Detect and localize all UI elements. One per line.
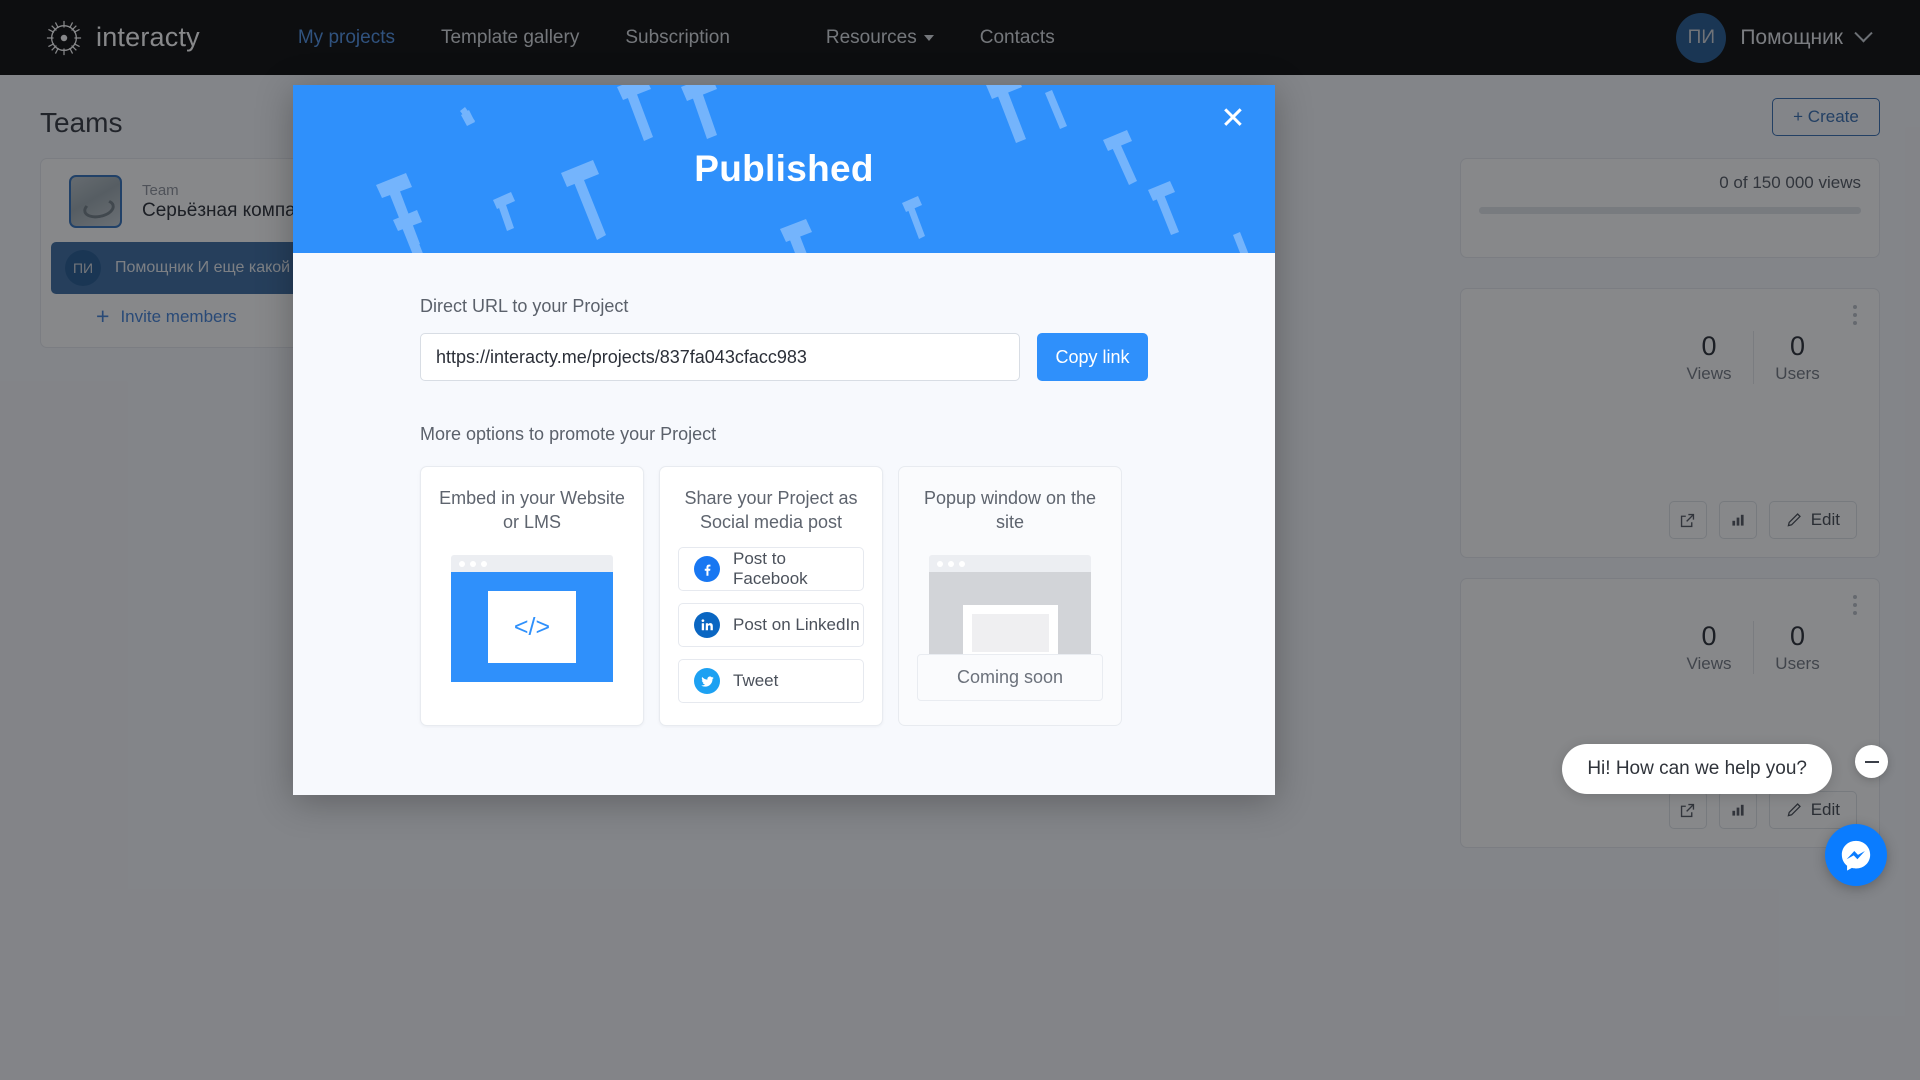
post-to-facebook-button[interactable]: Post to Facebook (678, 547, 864, 591)
option-card-title: Popup window on the site (923, 488, 1097, 533)
window-dot-icon (948, 560, 954, 567)
more-options-label: More options to promote your Project (420, 424, 717, 444)
window-dot-icon (470, 560, 476, 567)
minimize-icon[interactable] (1855, 745, 1888, 778)
published-modal: Published ✕ Direct URL to your Project C… (293, 85, 1275, 795)
social-buttons: Post to Facebook Post on LinkedIn Tweet (678, 547, 864, 703)
social-button-label: Post to Facebook (733, 549, 808, 588)
option-card-popup: Popup window on the site Coming soon (898, 466, 1122, 726)
social-button-label: Post on LinkedIn (733, 615, 860, 634)
modal-hero: Published ✕ (293, 85, 1275, 253)
social-button-label: Tweet (733, 671, 779, 690)
browser-chrome-bar (929, 555, 1091, 572)
window-dot-icon (959, 560, 965, 567)
url-row: Copy link (420, 333, 1148, 381)
popup-illustration: Coming soon (917, 555, 1103, 701)
embed-illustration-body: </> (451, 572, 613, 682)
modal-body: Direct URL to your Project Copy link Mor… (293, 253, 1275, 726)
post-on-linkedin-button[interactable]: Post on LinkedIn (678, 603, 864, 647)
option-card-title: Embed in your Website or LMS (439, 488, 625, 533)
option-card-embed[interactable]: Embed in your Website or LMS </> (420, 466, 644, 726)
browser-chrome-bar (451, 555, 613, 572)
option-card-title: Share your Project as Social media post (684, 488, 858, 533)
tweet-button[interactable]: Tweet (678, 659, 864, 703)
window-dot-icon (459, 560, 465, 567)
facebook-icon (694, 556, 720, 582)
copy-link-button[interactable]: Copy link (1037, 333, 1148, 381)
modal-title: Published (694, 148, 874, 189)
close-icon[interactable]: ✕ (1213, 99, 1253, 139)
url-field-label: Direct URL to your Project (420, 296, 629, 316)
coming-soon-badge: Coming soon (917, 654, 1103, 701)
option-card-social: Share your Project as Social media post … (659, 466, 883, 726)
linkedin-icon (694, 612, 720, 638)
window-dot-icon (481, 560, 487, 567)
embed-illustration: </> (451, 555, 613, 682)
chat-greeting-bubble[interactable]: Hi! How can we help you? (1562, 744, 1832, 794)
code-brackets-icon: </> (488, 591, 576, 663)
popup-sheet-image (971, 614, 1049, 652)
promote-options: Embed in your Website or LMS </> Share y… (420, 466, 1148, 726)
messenger-icon[interactable] (1825, 824, 1887, 886)
twitter-icon (694, 668, 720, 694)
project-url-input[interactable] (420, 333, 1020, 381)
window-dot-icon (937, 560, 943, 567)
